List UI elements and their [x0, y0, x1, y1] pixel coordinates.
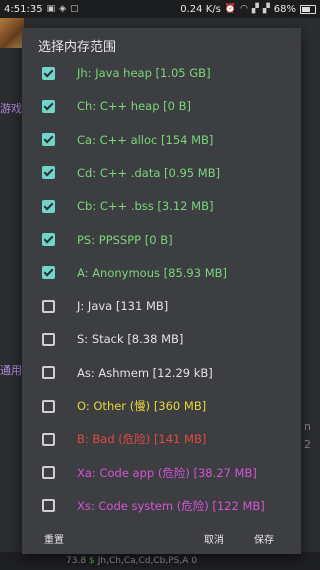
status-bar: 4:51:35 ▣ ◈ ▢ 0.24 K/s ⏰ ◠ ▞ ▞ 68%	[0, 0, 320, 18]
checkbox-checked[interactable]	[42, 166, 55, 180]
wifi-icon: ◠	[240, 4, 248, 14]
memory-range-option-label: Cb: C++ .bss [3.12 MB]	[77, 199, 214, 214]
net-speed: 0.24 K/s	[180, 3, 221, 15]
app-notification-icon: ▣	[46, 4, 56, 14]
memory-range-option-label: O: Other (慢) [360 MB]	[77, 399, 207, 413]
save-button[interactable]: 保存	[254, 531, 274, 546]
bg-count-text: 0	[191, 556, 198, 566]
battery-icon	[300, 4, 316, 14]
checkbox-unchecked[interactable]	[42, 399, 55, 413]
checkbox-checked[interactable]	[42, 99, 55, 113]
bg-bottom-bar: 73.8 $ Jh,Ch,Ca,Cd,Cb,PS,A 0	[0, 552, 320, 570]
checkbox-unchecked[interactable]	[42, 366, 55, 380]
battery-percent: 68%	[273, 3, 296, 15]
memory-range-option-label: PS: PPSSPP [0 B]	[77, 232, 173, 247]
checkbox-unchecked[interactable]	[42, 299, 55, 313]
memory-range-option-label: Ca: C++ alloc [154 MB]	[77, 132, 214, 147]
alarm-icon: ⏰	[224, 4, 237, 14]
memory-range-option-label: Xa: Code app (危险) [38.27 MB]	[77, 465, 257, 480]
signal-icon: ▞	[251, 4, 259, 14]
memory-range-option[interactable]: A: Anonymous [85.93 MB]	[22, 259, 301, 287]
memory-range-option[interactable]: O: Other (慢) [360 MB]	[22, 392, 301, 420]
memory-range-option-label: J: Java [131 MB]	[77, 299, 169, 314]
bg-fragment-general: 通用	[0, 364, 22, 377]
reset-button[interactable]: 重置	[44, 531, 64, 546]
memory-range-option[interactable]: Xa: Code app (危险) [38.27 MB]	[22, 459, 301, 487]
memory-range-option[interactable]: S: Stack [8.38 MB]	[22, 325, 301, 353]
checkbox-unchecked[interactable]	[42, 432, 55, 446]
checkbox-checked[interactable]	[42, 266, 55, 280]
signal-2-icon: ▞	[262, 4, 270, 14]
status-time: 4:51:35	[4, 3, 43, 15]
memory-range-option[interactable]: Cb: C++ .bss [3.12 MB]	[22, 192, 301, 220]
memory-range-option[interactable]: As: Ashmem [12.29 kB]	[22, 359, 301, 387]
bg-regions-text: Jh,Ch,Ca,Cd,Cb,PS,A	[97, 556, 189, 566]
bg-fragment-right-1: n	[304, 420, 311, 433]
notification-box-icon: ▢	[70, 4, 79, 14]
checkbox-unchecked[interactable]	[42, 466, 55, 480]
memory-range-option-label: Xs: Code system (危险) [122 MB]	[77, 498, 265, 513]
memory-range-option[interactable]: J: Java [131 MB]	[22, 292, 301, 320]
memory-range-option[interactable]: PS: PPSSPP [0 B]	[22, 226, 301, 254]
memory-range-dialog: 选择内存范围 Jh: Java heap [1.05 GB] Ch: C++ he…	[22, 28, 301, 554]
memory-range-option-label: A: Anonymous [85.93 MB]	[77, 265, 228, 280]
dollar-icon: $	[89, 556, 95, 566]
memory-range-option[interactable]: B: Bad (危险) [141 MB]	[22, 425, 301, 453]
game-thumbnail	[0, 18, 24, 48]
memory-range-option-label: Ch: C++ heap [0 B]	[77, 99, 192, 114]
memory-range-option[interactable]: Ch: C++ heap [0 B]	[22, 92, 301, 120]
checkbox-unchecked[interactable]	[42, 332, 55, 346]
checkbox-checked[interactable]	[42, 66, 55, 80]
checkbox-checked[interactable]	[42, 199, 55, 213]
memory-range-option[interactable]: Ca: C++ alloc [154 MB]	[22, 126, 301, 154]
shield-icon: ◈	[59, 4, 66, 14]
memory-range-option[interactable]: Cd: C++ .data [0.95 MB]	[22, 159, 301, 187]
cancel-button[interactable]: 取消	[204, 531, 224, 546]
checkbox-checked[interactable]	[42, 233, 55, 246]
bg-fragment-right-2: 2	[304, 438, 311, 451]
bg-size-text: 73.8	[66, 556, 87, 566]
memory-range-option-label: B: Bad (危险) [141 MB]	[77, 432, 207, 447]
memory-range-option-label: As: Ashmem [12.29 kB]	[77, 365, 213, 380]
bg-fragment-game: 游戏	[0, 102, 22, 115]
memory-range-option-label: Jh: Java heap [1.05 GB]	[77, 66, 211, 80]
checkbox-unchecked[interactable]	[42, 499, 55, 513]
dialog-title: 选择内存范围	[38, 40, 117, 55]
memory-range-option-label: Cd: C++ .data [0.95 MB]	[77, 165, 221, 180]
memory-range-option[interactable]: Jh: Java heap [1.05 GB]	[22, 59, 301, 87]
memory-range-option-label: S: Stack [8.38 MB]	[77, 332, 184, 347]
memory-range-option[interactable]: Xs: Code system (危险) [122 MB]	[22, 492, 301, 520]
checkbox-checked[interactable]	[42, 133, 55, 147]
